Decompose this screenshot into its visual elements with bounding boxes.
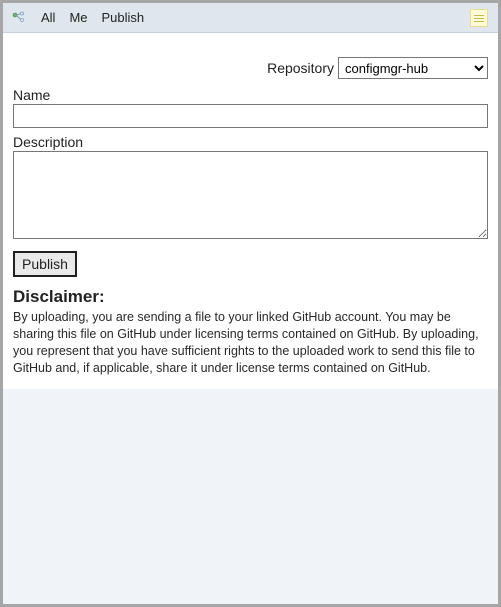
description-input[interactable]: [13, 151, 488, 239]
repository-label: Repository: [267, 60, 334, 76]
description-label: Description: [13, 134, 488, 150]
tab-all[interactable]: All: [41, 10, 55, 25]
empty-area: [3, 389, 498, 605]
publish-window: All Me Publish Repository configmgr-hub …: [3, 3, 498, 604]
tab-publish[interactable]: Publish: [102, 10, 145, 25]
publish-form: Repository configmgr-hub Name Descriptio…: [3, 33, 498, 389]
repository-select[interactable]: configmgr-hub: [338, 57, 488, 79]
menu-icon[interactable]: [470, 9, 488, 27]
disclaimer-heading: Disclaimer:: [13, 287, 488, 307]
repository-row: Repository configmgr-hub: [13, 57, 488, 79]
disclaimer-text: By uploading, you are sending a file to …: [13, 309, 488, 377]
tree-icon: [11, 10, 27, 26]
name-input[interactable]: [13, 104, 488, 128]
tab-me[interactable]: Me: [69, 10, 87, 25]
publish-button[interactable]: Publish: [13, 251, 77, 277]
toolbar: All Me Publish: [3, 3, 498, 33]
name-label: Name: [13, 87, 488, 103]
